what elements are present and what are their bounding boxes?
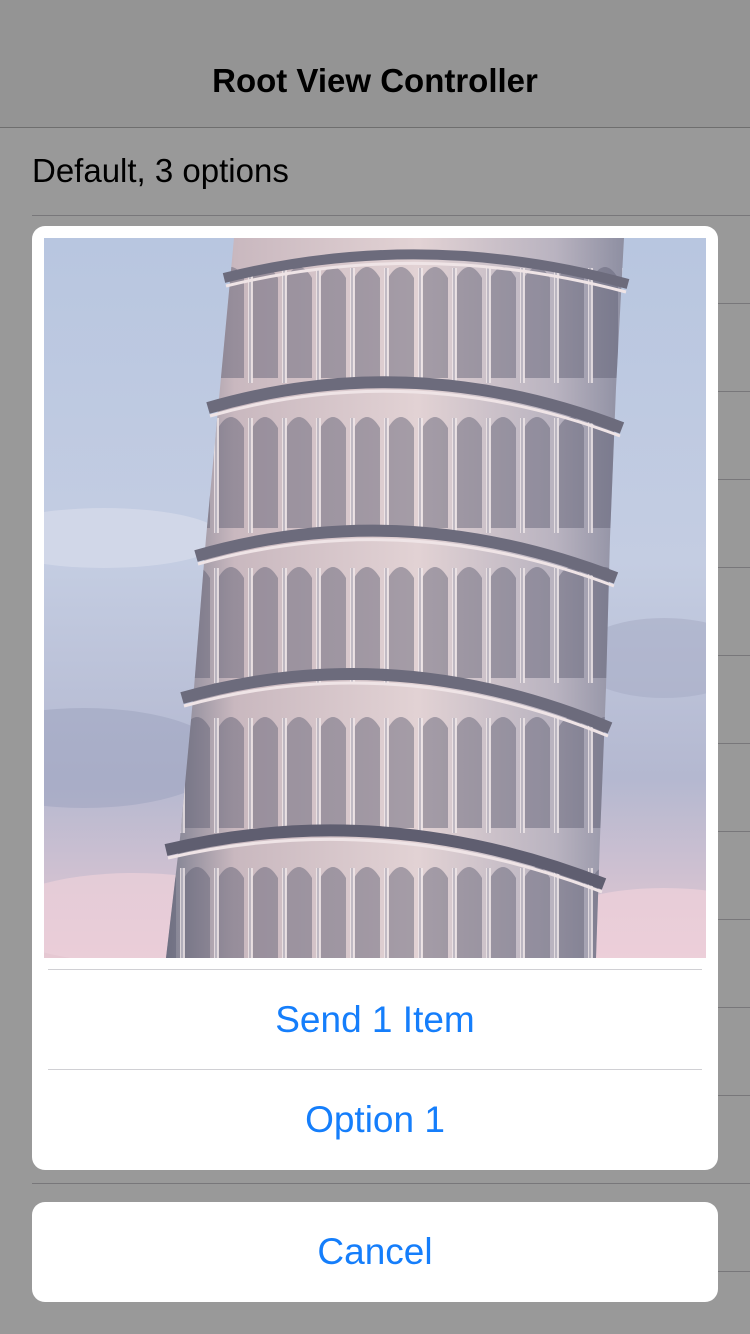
send-item-button[interactable]: Send 1 Item [32,970,718,1070]
cancel-button[interactable]: Cancel [32,1202,718,1302]
leaning-tower-photo [44,238,706,958]
action-sheet: Send 1 Item Option 1 [32,226,718,1170]
option-1-button[interactable]: Option 1 [32,1070,718,1170]
preview-image [44,238,706,958]
